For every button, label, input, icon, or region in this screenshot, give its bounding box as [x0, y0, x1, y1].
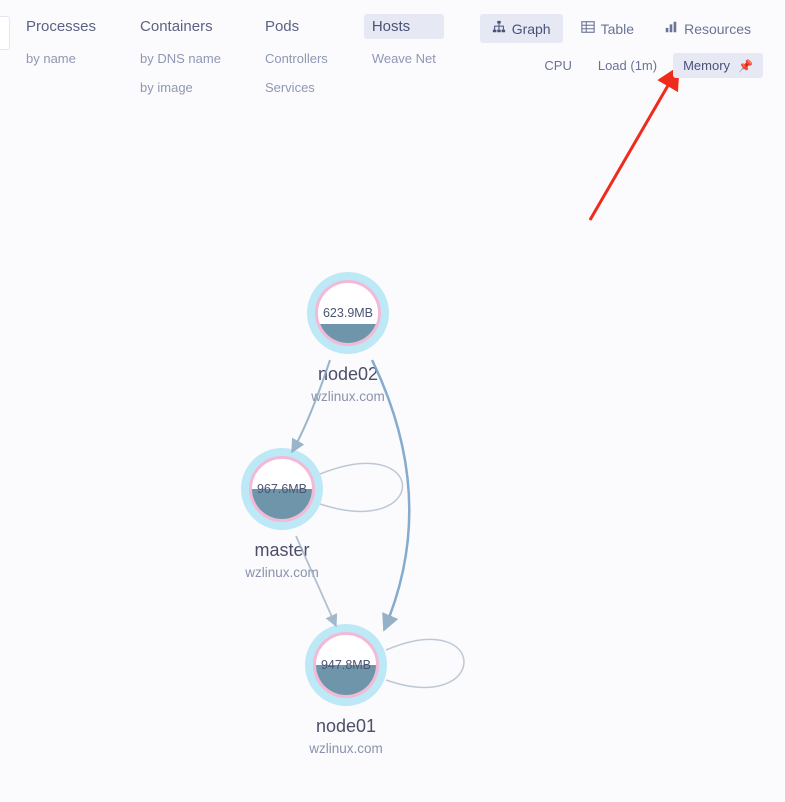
scope-containers: Containers by DNS name by image [132, 14, 229, 97]
load-metric-button[interactable]: Load (1m) [588, 53, 667, 78]
resources-view-button[interactable]: Resources [652, 14, 763, 43]
grid-icon [581, 20, 595, 37]
scope-processes: Processes by name [18, 14, 104, 97]
table-view-label: Table [601, 21, 634, 37]
cpu-metric-button[interactable]: CPU [534, 53, 581, 78]
table-view-button[interactable]: Table [569, 14, 646, 43]
node-value: 967.6MB [257, 482, 307, 496]
scope-tab-hosts[interactable]: Hosts [364, 14, 444, 39]
memory-metric-button[interactable]: Memory 📌 [673, 53, 763, 78]
scope-sub-by-image[interactable]: by image [132, 78, 229, 97]
scope-pods: Pods Controllers Services [257, 14, 336, 97]
scope-hosts: Hosts Weave Net [364, 14, 444, 97]
scope-tab-containers[interactable]: Containers [132, 14, 229, 39]
graph-view-label: Graph [512, 21, 551, 37]
memory-metric-label: Memory [683, 58, 730, 73]
node-value: 623.9MB [323, 306, 373, 320]
scope-tab-processes[interactable]: Processes [18, 14, 104, 39]
scope-sub-controllers[interactable]: Controllers [257, 49, 336, 68]
pin-icon: 📌 [738, 59, 753, 73]
scope-tab-pods[interactable]: Pods [257, 14, 336, 39]
resources-view-label: Resources [684, 21, 751, 37]
scope-sub-by-name[interactable]: by name [18, 49, 104, 68]
view-mode-row: Graph Table Resources [480, 14, 763, 43]
view-controls: Graph Table Resources CPU Load (1m) Memo… [480, 14, 763, 78]
topology-edge-layer [0, 0, 785, 802]
scope-sub-services[interactable]: Services [257, 78, 336, 97]
bars-icon [664, 20, 678, 37]
scope-sub-by-dns-name[interactable]: by DNS name [132, 49, 229, 68]
scope-sub-weave-net[interactable]: Weave Net [364, 49, 444, 68]
node-value: 947.8MB [321, 658, 371, 672]
graph-view-button[interactable]: Graph [480, 14, 563, 43]
sitemap-icon [492, 20, 506, 37]
metric-row: CPU Load (1m) Memory 📌 [534, 53, 763, 78]
